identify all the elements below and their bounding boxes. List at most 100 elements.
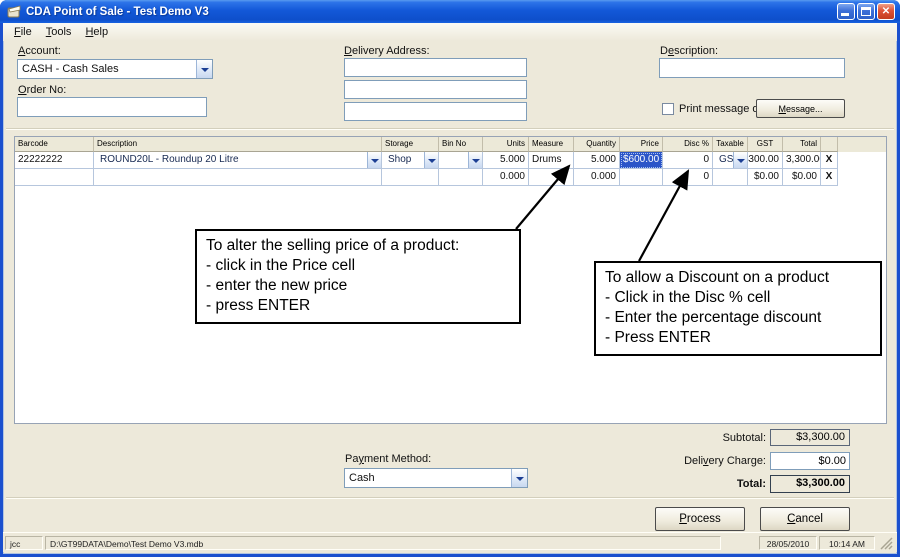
maximize-icon [861, 7, 871, 16]
annotation-line: To alter the selling price of a product: [206, 236, 510, 256]
cell-disc[interactable]: 0 [663, 152, 713, 169]
cancel-button[interactable]: Cancel [760, 507, 850, 531]
delivery-address-line-1[interactable] [344, 58, 527, 77]
cell-storage-combo[interactable]: Shop [382, 152, 439, 169]
price-annotation-box: To alter the selling price of a product:… [195, 229, 521, 324]
col-header-disc: Disc % [663, 137, 713, 152]
chevron-down-icon[interactable] [733, 152, 747, 168]
cell-units[interactable]: 5.000 [483, 152, 529, 169]
menu-tools[interactable]: Tools [39, 24, 79, 40]
cell-barcode[interactable]: 22222222 [15, 152, 94, 169]
cell-storage-value: Shop [382, 152, 424, 168]
annotation-line: - Click in the Disc % cell [605, 288, 871, 308]
subtotal-label: Subtotal: [600, 432, 766, 444]
delivery-charge-input[interactable] [770, 452, 850, 470]
cell-total[interactable]: $0.00 [783, 169, 821, 186]
description-input[interactable] [659, 58, 845, 78]
print-message-checkbox[interactable] [662, 103, 674, 115]
status-database-path: D:\GT99DATA\Demo\Test Demo V3.mdb [45, 536, 721, 550]
cell-quantity[interactable]: 5.000 [574, 152, 620, 169]
order-no-label: Order No: [18, 84, 66, 96]
cell-storage[interactable] [382, 169, 439, 186]
cell-measure[interactable] [529, 169, 574, 186]
cell-quantity[interactable]: 0.000 [574, 169, 620, 186]
cell-description-value: ROUND20L - Roundup 20 Litre [94, 152, 367, 168]
resize-grip[interactable] [880, 537, 893, 550]
title-bar[interactable]: CDA Point of Sale - Test Demo V3 ✕ [0, 0, 900, 23]
payment-method-value: Cash [345, 472, 511, 484]
menu-help[interactable]: Help [78, 24, 115, 40]
cell-disc[interactable]: 0 [663, 169, 713, 186]
col-header-barcode: Barcode [15, 137, 94, 152]
payment-method-combo[interactable]: Cash [344, 468, 528, 488]
total-label: Total: [600, 478, 766, 490]
col-header-delete [821, 137, 838, 152]
account-combo[interactable]: CASH - Cash Sales [17, 59, 213, 79]
cell-units[interactable]: 0.000 [483, 169, 529, 186]
status-user: jcc [5, 536, 43, 550]
delivery-address-line-2[interactable] [344, 80, 527, 99]
cell-bin-no[interactable] [439, 169, 483, 186]
delivery-charge-label: Delivery Charge: [600, 455, 766, 467]
status-date: 28/05/2010 [759, 536, 817, 550]
payment-method-label: Payment Method: [345, 453, 431, 465]
description-label: Description: [660, 45, 718, 57]
status-time: 10:14 AM [819, 536, 875, 550]
cell-gst[interactable]: $0.00 [748, 169, 783, 186]
col-header-total: Total [783, 137, 821, 152]
cell-bin-no-combo[interactable] [439, 152, 483, 169]
cell-price[interactable] [620, 169, 663, 186]
annotation-line: - Press ENTER [605, 328, 871, 348]
status-bar: jcc D:\GT99DATA\Demo\Test Demo V3.mdb 28… [3, 532, 897, 552]
cell-barcode[interactable] [15, 169, 94, 186]
table-row: 22222222 ROUND20L - Roundup 20 Litre Sho… [15, 152, 886, 169]
annotation-line: - click in the Price cell [206, 256, 510, 276]
delete-row-button[interactable]: X [821, 169, 838, 186]
menu-bar: File Tools Help [3, 23, 897, 41]
minimize-icon [841, 13, 849, 16]
cell-taxable[interactable] [713, 169, 748, 186]
cell-price-selected[interactable]: $600.00 [620, 152, 663, 169]
grid-header-row: Barcode Description Storage Bin No Units… [15, 137, 886, 152]
total-value: $3,300.00 [770, 475, 850, 493]
subtotal-value: $3,300.00 [770, 429, 850, 446]
delivery-address-label: Delivery Address: [344, 45, 430, 57]
order-no-input[interactable] [17, 97, 207, 117]
cell-taxable-combo[interactable]: GST [713, 152, 748, 169]
col-header-taxable: Taxable [713, 137, 748, 152]
app-icon [7, 4, 22, 19]
menu-file[interactable]: File [7, 24, 39, 40]
header-divider [6, 128, 894, 130]
chevron-down-icon[interactable] [424, 152, 438, 168]
message-button[interactable]: Message... [756, 99, 845, 118]
chevron-down-icon[interactable] [196, 60, 212, 78]
annotation-line: To allow a Discount on a product [605, 268, 871, 288]
window-title: CDA Point of Sale - Test Demo V3 [26, 6, 837, 18]
cell-taxable-value: GST [713, 152, 733, 168]
minimize-button[interactable] [837, 3, 855, 20]
close-button[interactable]: ✕ [877, 3, 895, 20]
chevron-down-icon[interactable] [511, 469, 527, 487]
cell-measure[interactable]: Drums [529, 152, 574, 169]
chevron-down-icon[interactable] [468, 152, 482, 168]
col-header-gst: GST [748, 137, 783, 152]
delivery-address-line-3[interactable] [344, 102, 527, 121]
col-header-measure: Measure [529, 137, 574, 152]
chevron-down-icon[interactable] [367, 152, 381, 168]
col-header-units: Units [483, 137, 529, 152]
cell-description[interactable] [94, 169, 382, 186]
app-window: CDA Point of Sale - Test Demo V3 ✕ File … [0, 0, 900, 557]
col-header-storage: Storage [382, 137, 439, 152]
discount-annotation-box: To allow a Discount on a product - Click… [594, 261, 882, 356]
cell-gst[interactable]: $300.00 [748, 152, 783, 169]
account-combo-value: CASH - Cash Sales [18, 63, 196, 75]
process-button[interactable]: Process [655, 507, 745, 531]
annotation-line: - enter the new price [206, 276, 510, 296]
cell-total[interactable]: 3,300.00 [783, 152, 821, 169]
col-header-quantity: Quantity [574, 137, 620, 152]
maximize-button[interactable] [857, 3, 875, 20]
delete-row-button[interactable]: X [821, 152, 838, 169]
cell-description-combo[interactable]: ROUND20L - Roundup 20 Litre [94, 152, 382, 169]
annotation-line: - press ENTER [206, 296, 510, 316]
col-header-price: Price [620, 137, 663, 152]
